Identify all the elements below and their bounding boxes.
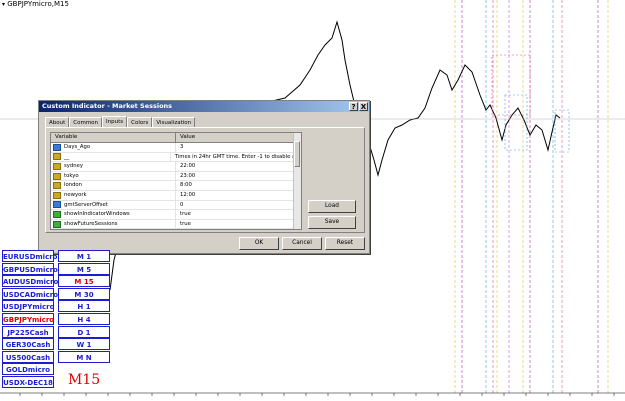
text-icon xyxy=(53,153,61,161)
header-variable[interactable]: Variable xyxy=(51,133,176,142)
row-variable-name: london xyxy=(64,182,83,189)
symbol-button[interactable]: GBPJPYmicro xyxy=(2,313,54,325)
chart-title: ▾ GBPJPYmicro,M15 xyxy=(2,0,69,8)
row-value-cell[interactable]: 8:00 xyxy=(176,181,192,190)
inputs-panel: Variable Value Days_Ago 3 __ Times in 24hr … xyxy=(45,127,365,233)
row-variable-name: showInIndicatorWindows xyxy=(64,211,130,218)
text-icon xyxy=(53,191,61,199)
row-variable-cell[interactable]: showFutureSessions xyxy=(51,219,176,229)
ok-button[interactable]: OK xyxy=(239,237,279,250)
symbol-button[interactable]: USDJPYmicro xyxy=(2,300,54,313)
bool-icon xyxy=(53,220,61,228)
session-lines xyxy=(454,0,609,393)
timeframe-button[interactable]: M N xyxy=(58,350,110,363)
grid-row[interactable]: newyork 12:00 xyxy=(51,190,301,201)
grid-row[interactable]: Days_Ago 3 xyxy=(51,143,301,153)
row-value-cell[interactable]: 12:00 xyxy=(176,191,195,200)
row-variable-name: __ xyxy=(64,153,70,160)
timeframe-button[interactable]: M 1 xyxy=(58,250,110,262)
int-icon xyxy=(53,201,61,209)
row-variable-cell[interactable]: sydney xyxy=(51,162,176,171)
grid-header: Variable Value xyxy=(51,133,301,143)
dialog-titlebar[interactable]: Custom Indicator - Market Sessions ? X xyxy=(39,101,369,112)
session-box xyxy=(504,94,528,151)
grid-row[interactable]: tokyo 23:00 xyxy=(51,171,301,182)
symbol-button[interactable]: GER30Cash xyxy=(2,338,54,351)
grid-scrollbar[interactable] xyxy=(293,133,301,229)
row-variable-cell[interactable]: newyork xyxy=(51,190,176,200)
grid-row[interactable]: showInIndicatorWindows true xyxy=(51,210,301,220)
row-variable-name: tokyo xyxy=(64,172,79,179)
row-value-cell[interactable]: true xyxy=(176,220,191,229)
symbol-button[interactable]: GOLDmicro xyxy=(2,363,54,376)
scrollbar-thumb[interactable] xyxy=(294,141,300,167)
indicator-dialog: Custom Indicator - Market Sessions ? X A… xyxy=(38,100,370,254)
tab-common[interactable]: Common xyxy=(69,117,103,127)
symbol-button[interactable]: JP225Cash xyxy=(2,325,54,338)
dialog-tabs: About Common Inputs Colors Visualization xyxy=(45,116,196,128)
header-value[interactable]: Value xyxy=(176,133,195,142)
bool-icon xyxy=(53,210,61,218)
tab-about[interactable]: About xyxy=(45,117,70,127)
current-timeframe-label: M15 xyxy=(68,372,101,388)
timeframe-button[interactable]: H 4 xyxy=(58,313,110,325)
row-value-cell[interactable]: 22:00 xyxy=(176,162,195,171)
symbol-button[interactable]: USDCADmicro xyxy=(2,287,58,300)
row-value-cell[interactable]: 3 xyxy=(176,143,183,152)
grid-row[interactable]: showFutureSessions true xyxy=(51,219,301,229)
timeframe-button[interactable]: H 1 xyxy=(58,300,110,313)
timeframe-button[interactable]: D 1 xyxy=(58,325,110,338)
grid-row[interactable]: london 8:00 xyxy=(51,181,301,191)
row-variable-name: showFutureSessions xyxy=(64,220,118,227)
close-button[interactable]: X xyxy=(359,102,368,111)
timeframe-button[interactable]: M 15 xyxy=(58,275,110,288)
timeframe-button[interactable]: M 30 xyxy=(58,287,110,300)
load-button[interactable]: Load xyxy=(308,200,356,213)
x-axis-ticks xyxy=(19,393,615,396)
row-variable-cell[interactable]: Days_Ago xyxy=(51,143,176,152)
help-button[interactable]: ? xyxy=(349,102,358,111)
row-variable-name: newyork xyxy=(64,191,87,198)
row-variable-cell[interactable]: gmtServerOffset xyxy=(51,200,176,210)
row-value-cell[interactable]: true xyxy=(176,210,191,219)
reset-button[interactable]: Reset xyxy=(325,237,365,250)
dialog-title: Custom Indicator - Market Sessions xyxy=(42,102,173,110)
save-button[interactable]: Save xyxy=(308,216,356,229)
chart-title-text: GBPJPYmicro,M15 xyxy=(7,0,69,8)
symbol-button[interactable]: AUDUSDmicro xyxy=(2,275,58,288)
text-icon xyxy=(53,172,61,180)
symbol-button[interactable]: EURUSDmicro xyxy=(2,250,58,262)
row-variable-cell[interactable]: __ xyxy=(51,152,171,162)
int-icon xyxy=(53,143,61,151)
row-variable-name: sydney xyxy=(64,163,84,170)
inputs-grid: Variable Value Days_Ago 3 __ Times in 24hr … xyxy=(50,132,302,230)
timeframe-button[interactable]: M 5 xyxy=(58,262,110,275)
row-value-cell[interactable]: 0 xyxy=(176,201,183,210)
text-icon xyxy=(53,162,61,170)
row-variable-name: gmtServerOffset xyxy=(64,201,108,208)
symbol-button[interactable]: USDX-DEC18 xyxy=(2,376,54,388)
chart-menu-triangle-icon[interactable]: ▾ xyxy=(2,1,5,8)
tab-colors[interactable]: Colors xyxy=(127,117,153,127)
tab-visualization[interactable]: Visualization xyxy=(152,117,196,127)
symbol-button[interactable]: GBPUSDmicro xyxy=(2,262,58,275)
cancel-button[interactable]: Cancel xyxy=(282,237,322,250)
grid-row[interactable]: gmtServerOffset 0 xyxy=(51,200,301,211)
symbol-button[interactable]: US500Cash xyxy=(2,350,54,363)
row-variable-cell[interactable]: london xyxy=(51,181,176,190)
session-box xyxy=(491,54,531,116)
row-variable-cell[interactable]: showInIndicatorWindows xyxy=(51,210,176,219)
row-variable-name: Days_Ago xyxy=(64,144,91,150)
row-value-cell[interactable]: 23:00 xyxy=(176,172,195,181)
row-value-cell[interactable]: Times in 24hr GMT time. Enter -1 to disa… xyxy=(171,153,301,162)
grid-row[interactable]: sydney 22:00 xyxy=(51,162,301,172)
session-boxes xyxy=(491,54,570,153)
text-icon xyxy=(53,182,61,190)
grid-row[interactable]: __ Times in 24hr GMT time. Enter -1 to di… xyxy=(51,152,301,163)
timeframe-button[interactable]: W 1 xyxy=(58,338,110,351)
row-variable-cell[interactable]: tokyo xyxy=(51,171,176,181)
